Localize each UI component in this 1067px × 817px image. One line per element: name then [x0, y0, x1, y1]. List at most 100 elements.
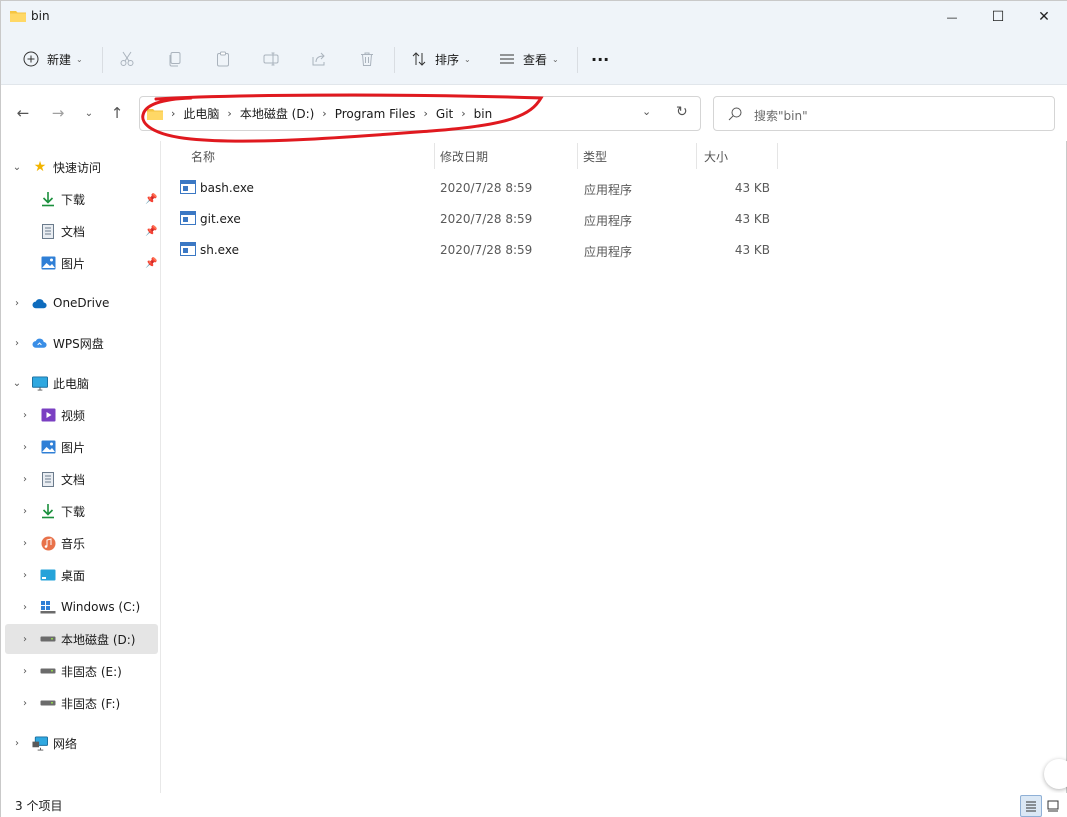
chevron-right-icon[interactable]: ›	[19, 602, 31, 613]
forward-button[interactable]: →	[46, 103, 70, 123]
sidebar-label: 非固态 (E:)	[61, 664, 122, 679]
chevron-right-icon[interactable]: ›	[19, 506, 31, 517]
breadcrumb-program-files[interactable]: Program Files	[335, 107, 416, 121]
chevron-right-icon[interactable]: ›	[461, 107, 465, 120]
sidebar-label: 音乐	[61, 536, 86, 551]
sidebar-item-quick-downloads[interactable]: 下载 📌	[5, 184, 158, 214]
share-icon	[309, 49, 329, 69]
sidebar-item-downloads[interactable]: › 下载	[5, 496, 158, 526]
chevron-right-icon[interactable]: ›	[19, 570, 31, 581]
chevron-right-icon[interactable]: ›	[423, 107, 427, 120]
address-bar[interactable]: › 此电脑 › 本地磁盘 (D:) › Program Files › Git …	[139, 96, 701, 131]
chevron-right-icon[interactable]: ›	[19, 474, 31, 485]
thumbnail-view-button[interactable]	[1042, 795, 1064, 817]
table-row[interactable]: bash.exe 2020/7/28 8:59 应用程序 43 KB	[173, 173, 781, 203]
minimize-button[interactable]: —	[929, 1, 975, 33]
breadcrumb-this-pc[interactable]: 此电脑	[183, 105, 219, 122]
chevron-right-icon[interactable]: ›	[11, 298, 23, 309]
table-row[interactable]: sh.exe 2020/7/28 8:59 应用程序 43 KB	[173, 235, 781, 265]
sidebar-item-drive-d[interactable]: › 本地磁盘 (D:)	[5, 624, 158, 654]
column-header-name[interactable]: 名称	[191, 141, 431, 171]
picture-icon	[40, 439, 56, 455]
refresh-icon[interactable]: ↻	[676, 104, 688, 120]
sidebar-item-onedrive[interactable]: › OneDrive	[5, 288, 158, 318]
rename-button[interactable]	[261, 43, 287, 75]
new-button[interactable]: 新建 ⌄	[21, 43, 83, 75]
back-button[interactable]: ←	[11, 103, 35, 123]
sidebar-item-quick-documents[interactable]: 文档 📌	[5, 216, 158, 246]
sidebar-item-this-pc[interactable]: ⌄ 此电脑	[5, 368, 158, 398]
chevron-right-icon[interactable]: ›	[19, 442, 31, 453]
column-divider[interactable]	[696, 143, 697, 169]
windows-drive-icon	[40, 599, 56, 615]
sidebar-label: 图片	[61, 440, 86, 455]
sidebar-item-drive-c[interactable]: › Windows (C:)	[5, 592, 158, 622]
chevron-right-icon[interactable]: ›	[11, 738, 23, 749]
chevron-right-icon[interactable]: ›	[19, 538, 31, 549]
pin-icon[interactable]: 📌	[145, 194, 157, 205]
sidebar-item-wps[interactable]: › WPS网盘	[5, 328, 158, 358]
more-options-button[interactable]: ···	[591, 43, 609, 75]
rename-icon	[261, 49, 281, 69]
sidebar-item-quick-pictures[interactable]: 图片 📌	[5, 248, 158, 278]
breadcrumb-git[interactable]: Git	[436, 107, 453, 121]
file-list: 名称 修改日期 类型 大小 bash.exe 2020/7/28 8:59 应用…	[161, 141, 1067, 793]
sidebar-item-network[interactable]: › 网络	[5, 728, 158, 758]
paste-button[interactable]	[213, 43, 239, 75]
chevron-right-icon[interactable]: ›	[322, 107, 326, 120]
more-icon: ···	[591, 49, 610, 69]
sidebar-item-drive-f[interactable]: › 非固态 (F:)	[5, 688, 158, 718]
sidebar-item-drive-e[interactable]: › 非固态 (E:)	[5, 656, 158, 686]
chevron-right-icon[interactable]: ›	[11, 338, 23, 349]
table-row[interactable]: git.exe 2020/7/28 8:59 应用程序 43 KB	[173, 204, 781, 234]
sidebar-item-videos[interactable]: › 视频	[5, 400, 158, 430]
chevron-right-icon[interactable]: ›	[19, 698, 31, 709]
sidebar-item-pictures[interactable]: › 图片	[5, 432, 158, 462]
share-button[interactable]	[309, 43, 335, 75]
details-view-button[interactable]	[1020, 795, 1042, 817]
up-button[interactable]: ↑	[105, 103, 129, 123]
toolbar-divider	[577, 47, 578, 73]
sidebar-item-music[interactable]: › 音乐	[5, 528, 158, 558]
cloud-icon	[32, 295, 48, 311]
music-icon	[40, 535, 56, 551]
maximize-button[interactable]: ☐	[975, 1, 1021, 33]
chevron-down-icon[interactable]: ⌄	[11, 378, 23, 389]
breadcrumb-local-disk-d[interactable]: 本地磁盘 (D:)	[240, 105, 314, 122]
pin-icon[interactable]: 📌	[145, 226, 157, 237]
folder-icon	[147, 109, 163, 120]
chevron-right-icon[interactable]: ›	[19, 666, 31, 677]
recent-locations-button[interactable]: ⌄	[77, 103, 101, 123]
column-header-modified[interactable]: 修改日期	[440, 141, 570, 171]
delete-button[interactable]	[357, 43, 383, 75]
chevron-down-icon[interactable]: ⌄	[11, 162, 23, 173]
window-title: bin	[31, 9, 50, 23]
column-divider[interactable]	[777, 143, 778, 169]
view-button[interactable]: 查看 ⌄	[497, 43, 559, 75]
chevron-right-icon[interactable]: ›	[227, 107, 231, 120]
column-header-type[interactable]: 类型	[583, 141, 693, 171]
chevron-right-icon: ›	[171, 107, 176, 120]
column-header-size[interactable]: 大小	[704, 141, 774, 171]
pin-icon[interactable]: 📌	[145, 258, 157, 269]
chevron-right-icon[interactable]: ›	[19, 410, 31, 421]
search-box[interactable]: 搜索"bin"	[713, 96, 1055, 131]
sidebar-item-quick-access[interactable]: ⌄ ★ 快速访问	[5, 152, 158, 182]
column-divider[interactable]	[577, 143, 578, 169]
sidebar-label: 图片	[61, 256, 86, 271]
address-history-chevron-icon[interactable]: ⌄	[642, 105, 651, 118]
floating-assistant-button[interactable]	[1044, 759, 1067, 789]
thumbnail-view-icon	[1047, 800, 1059, 812]
file-modified: 2020/7/28 8:59	[440, 212, 533, 226]
close-button[interactable]: ✕	[1021, 1, 1067, 33]
chevron-right-icon[interactable]: ›	[19, 634, 31, 645]
breadcrumb-bin[interactable]: bin	[474, 107, 493, 121]
cut-button[interactable]	[117, 43, 143, 75]
sort-button[interactable]: 排序 ⌄	[409, 43, 471, 75]
column-divider[interactable]	[434, 143, 435, 169]
sidebar-label: 本地磁盘 (D:)	[61, 632, 136, 647]
sidebar-item-desktop[interactable]: › 桌面	[5, 560, 158, 590]
copy-button[interactable]	[165, 43, 191, 75]
view-label: 查看	[523, 52, 548, 67]
sidebar-item-documents[interactable]: › 文档	[5, 464, 158, 494]
